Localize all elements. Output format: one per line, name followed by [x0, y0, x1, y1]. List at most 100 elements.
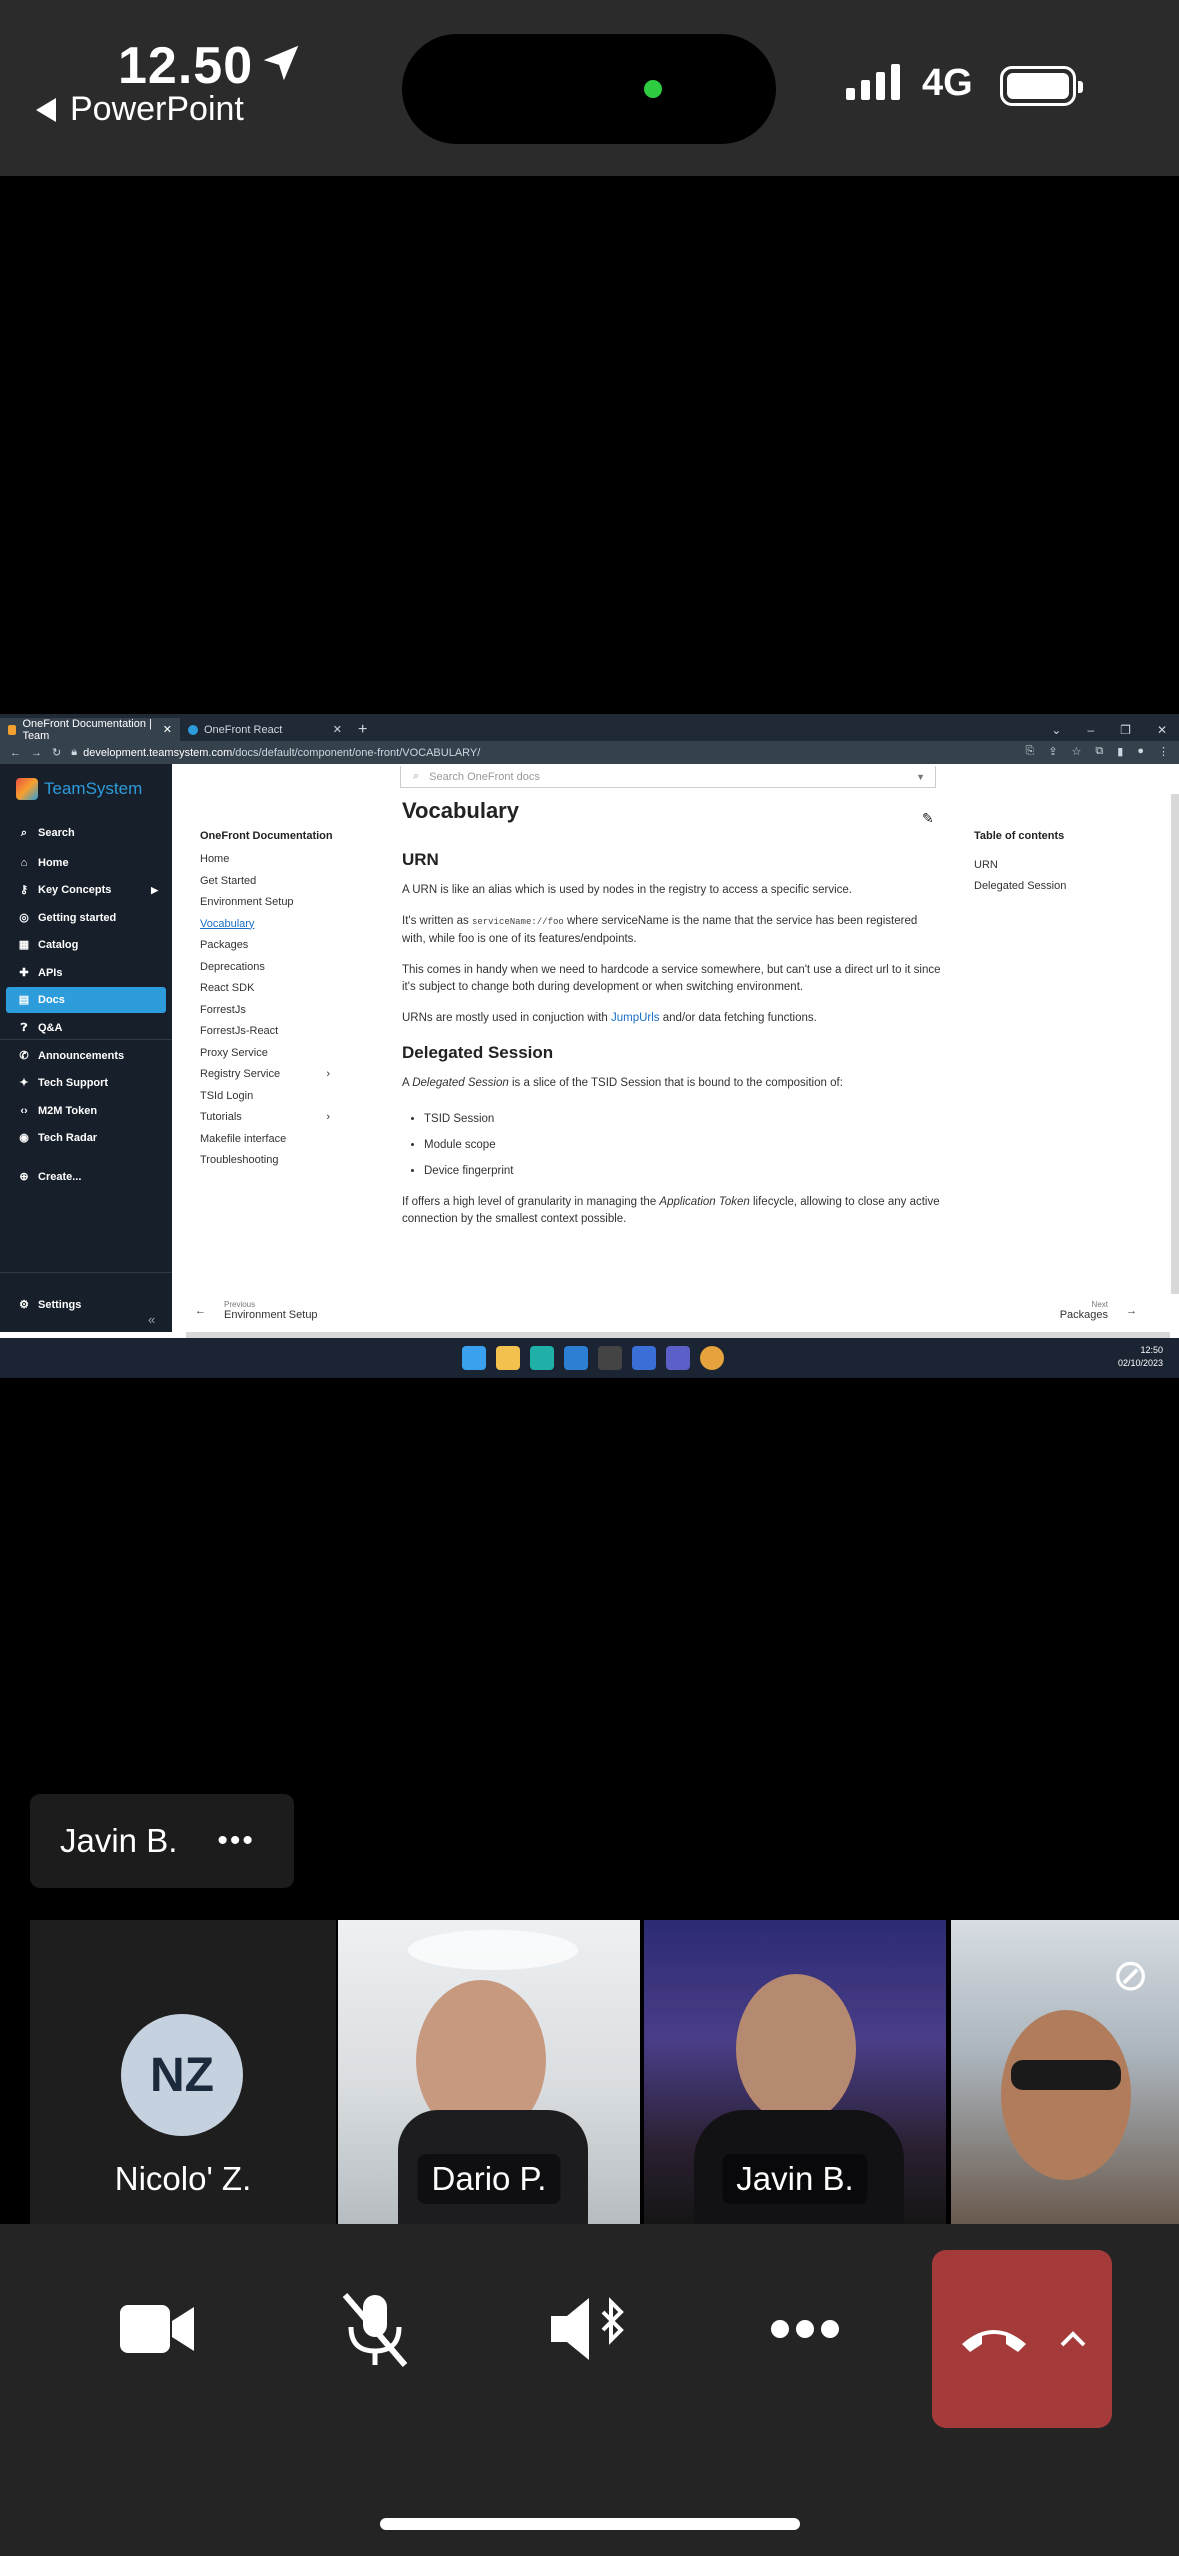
- chrome-icon[interactable]: [700, 1346, 724, 1370]
- docs-nav-item-troubleshooting[interactable]: Troubleshooting: [200, 1150, 330, 1172]
- audio-output-button[interactable]: [514, 2264, 664, 2394]
- back-arrow-icon[interactable]: ←: [10, 747, 21, 759]
- list-item: Device fingerprint: [424, 1158, 942, 1184]
- translate-icon[interactable]: ⎘: [1026, 745, 1035, 758]
- toc-item-delegated-session[interactable]: Delegated Session: [974, 880, 1066, 902]
- docs-nav-item-forrestjs[interactable]: ForrestJs: [200, 1000, 330, 1022]
- camera-button[interactable]: [82, 2264, 232, 2394]
- docs-nav-item-deprecations[interactable]: Deprecations: [200, 957, 330, 979]
- support-icon: ✦: [19, 1077, 29, 1089]
- vertical-scrollbar[interactable]: [1171, 794, 1179, 1294]
- docs-nav-item-react-sdk[interactable]: React SDK: [200, 978, 330, 1000]
- menu-kebab-icon[interactable]: ⋮: [1158, 745, 1169, 758]
- docs-nav-item-tutorials[interactable]: Tutorials ›: [200, 1107, 330, 1129]
- sidebar-item-announcements[interactable]: ✆ Announcements: [6, 1043, 166, 1069]
- toc-title: Table of contents: [974, 830, 1065, 842]
- profile-icon[interactable]: ●: [1137, 745, 1144, 758]
- list-item: Module scope: [424, 1132, 942, 1158]
- docs-nav-item-home[interactable]: Home: [200, 849, 330, 871]
- active-speaker-chip[interactable]: Javin B. •••: [30, 1794, 294, 1888]
- close-icon[interactable]: ✕: [163, 723, 172, 736]
- docs-nav-item-get-started[interactable]: Get Started: [200, 871, 330, 893]
- close-icon[interactable]: ✕: [333, 723, 342, 736]
- home-indicator[interactable]: [380, 2518, 800, 2530]
- docs-nav-item-forrestjs-react[interactable]: ForrestJs-React: [200, 1021, 330, 1043]
- sidebar-item-m2m-token[interactable]: ‹› M2M Token: [6, 1098, 166, 1124]
- sidepanel-icon[interactable]: ▮: [1117, 745, 1123, 758]
- chevron-right-icon: ›: [326, 1111, 330, 1123]
- browser-tab-onefront-docs[interactable]: OneFront Documentation | Team ✕: [0, 717, 180, 742]
- battery-icon: [1000, 66, 1083, 106]
- docs-nav-item-makefile-interface[interactable]: Makefile interface: [200, 1129, 330, 1151]
- next-page-link[interactable]: Next Packages →: [1060, 1300, 1137, 1321]
- reload-icon[interactable]: ↻: [52, 746, 61, 759]
- participant-tile-nicolo[interactable]: NZ Nicolo' Z.: [30, 1920, 336, 2224]
- location-arrow-icon: [263, 45, 299, 81]
- new-tab-icon[interactable]: +: [350, 718, 375, 741]
- status-bar: 12.50 PowerPoint 4G: [0, 0, 1179, 176]
- sidebar-item-create[interactable]: ⊕ Create...: [6, 1164, 166, 1190]
- jumpurls-link[interactable]: JumpUrls: [611, 1012, 660, 1024]
- restore-icon[interactable]: ❐: [1120, 723, 1131, 737]
- sidebar-item-settings[interactable]: ⚙ Settings: [6, 1292, 166, 1318]
- participant-tile-camera-off[interactable]: ⊘: [951, 1920, 1179, 2224]
- sidebar-item-label: Getting started: [38, 912, 117, 924]
- teamsystem-logo[interactable]: TeamSystem: [16, 778, 142, 800]
- sidebar-item-docs[interactable]: ▤ Docs: [6, 987, 166, 1013]
- sidebar-item-tech-radar[interactable]: ◉ Tech Radar: [6, 1125, 166, 1151]
- sidebar-item-home[interactable]: ⌂ Home: [6, 850, 166, 876]
- docs-nav-item-proxy-service[interactable]: Proxy Service: [200, 1043, 330, 1065]
- sidebar-item-tech-support[interactable]: ✦ Tech Support: [6, 1070, 166, 1096]
- minimize-icon[interactable]: –: [1087, 723, 1094, 737]
- paragraph: If offers a high level of granularity in…: [402, 1196, 940, 1225]
- end-call-button[interactable]: [932, 2250, 1112, 2428]
- shared-screen: OneFront Documentation | Team ✕ OneFront…: [0, 714, 1179, 1378]
- teams-icon[interactable]: [666, 1346, 690, 1370]
- toc-item-urn[interactable]: URN: [974, 859, 1066, 881]
- paragraph: A URN is like an alias which is used by …: [402, 884, 852, 896]
- docs-nav-item-environment-setup[interactable]: Environment Setup: [200, 892, 330, 914]
- participant-tile-dario[interactable]: Dario P.: [338, 1920, 640, 2224]
- edit-pencil-icon[interactable]: ✎: [922, 810, 934, 827]
- file-explorer-icon[interactable]: [496, 1346, 520, 1370]
- forward-arrow-icon[interactable]: →: [31, 747, 42, 759]
- sidebar-item-getting-started[interactable]: ◎ Getting started: [6, 905, 166, 931]
- star-icon[interactable]: ☆: [1072, 745, 1082, 758]
- tab-search-icon[interactable]: ⌄: [1051, 723, 1061, 737]
- tab-label: OneFront Documentation | Team: [22, 717, 152, 742]
- table-of-contents: Table of contents URN Delegated Session: [974, 830, 1066, 902]
- participant-tile-javin[interactable]: Javin B.: [644, 1920, 946, 2224]
- search-icon: ⌕: [413, 770, 420, 782]
- extensions-icon[interactable]: ⧉: [1095, 745, 1103, 758]
- sidebar-item-key-concepts[interactable]: ⚷ Key Concepts ▶: [6, 877, 166, 903]
- more-options-icon[interactable]: •••: [217, 1824, 255, 1858]
- browser-tab-onefront-react[interactable]: OneFront React ✕: [180, 718, 350, 741]
- collapse-sidebar-icon[interactable]: «: [148, 1312, 155, 1327]
- edge-icon[interactable]: [530, 1346, 554, 1370]
- vscode-icon[interactable]: [564, 1346, 588, 1370]
- more-button[interactable]: [730, 2264, 880, 2394]
- list-item: TSID Session: [424, 1106, 942, 1132]
- speaker-bluetooth-icon: [551, 2297, 624, 2360]
- docs-nav-item-vocabulary[interactable]: Vocabulary: [200, 914, 330, 936]
- url-field[interactable]: 🔒︎ development.teamsystem.com /docs/defa…: [71, 744, 1039, 761]
- sidebar-item-qa[interactable]: ❓︎ Q&A: [6, 1015, 166, 1041]
- sidebar-item-catalog[interactable]: ▦ Catalog: [6, 932, 166, 958]
- docs-nav-item-packages[interactable]: Packages: [200, 935, 330, 957]
- docs-search-input[interactable]: ⌕ Search OneFront docs ▼: [400, 766, 936, 788]
- mute-button[interactable]: [300, 2264, 450, 2394]
- windows-start-icon[interactable]: [462, 1346, 486, 1370]
- taskbar-date: 02/10/2023: [1117, 1358, 1163, 1368]
- hang-up-icon: [962, 2330, 1026, 2352]
- chevron-up-icon[interactable]: [1060, 2331, 1086, 2347]
- back-to-app-button[interactable]: PowerPoint: [36, 90, 244, 129]
- sidebar-item-search[interactable]: ⌕ Search: [6, 820, 166, 846]
- close-window-icon[interactable]: ✕: [1157, 723, 1167, 737]
- previous-page-link[interactable]: ← Previous Environment Setup: [195, 1300, 318, 1321]
- sidebar-item-apis[interactable]: ✚ APIs: [6, 960, 166, 986]
- docs-nav-item-tsid-login[interactable]: TSId Login: [200, 1086, 330, 1108]
- share-icon[interactable]: ⇪: [1048, 745, 1057, 758]
- terminal-icon[interactable]: [598, 1346, 622, 1370]
- todo-icon[interactable]: [632, 1346, 656, 1370]
- docs-nav-item-registry-service[interactable]: Registry Service ›: [200, 1064, 330, 1086]
